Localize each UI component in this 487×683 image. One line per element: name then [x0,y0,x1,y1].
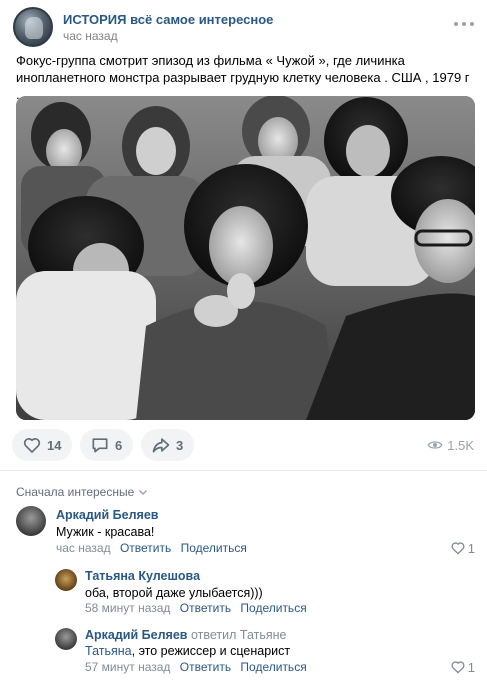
comments-sort-dropdown[interactable]: Сначала интересные [16,485,148,499]
comment-time[interactable]: 57 минут назад [85,660,170,674]
divider [0,470,487,471]
eye-icon [427,441,443,449]
more-options-icon[interactable] [453,17,475,31]
post-header: ИСТОРИЯ всё самое интересное час назад [13,7,475,47]
post-photo[interactable] [16,96,475,420]
post-actions: 14 6 3 1.5K [12,429,478,461]
comment-author-line: Аркадий Беляев ответил Татьяне [85,628,286,642]
like-button[interactable]: 14 [12,429,72,461]
comment-time[interactable]: 58 минут назад [85,601,170,615]
comment-author[interactable]: Аркадий Беляев [56,508,158,522]
comment-text: Татьяна, это режиссер и сценарист [85,644,290,658]
avatar[interactable] [55,569,77,591]
share-comment-button[interactable]: Поделиться [240,601,306,615]
views-count: 1.5K [447,437,474,453]
heart-icon [451,661,465,674]
comment-like-count: 1 [467,659,475,675]
comment: Аркадий Беляев Мужик - красава! час наза… [16,506,475,558]
heart-icon [451,542,465,555]
comment-icon [92,438,108,453]
group-name[interactable]: ИСТОРИЯ всё самое интересное [63,12,273,27]
photo-image [16,96,475,420]
reply-button[interactable]: Ответить [180,660,231,674]
replied-to-label[interactable]: ответил Татьяне [191,628,287,642]
comment-like-count: 1 [467,540,475,556]
share-icon [152,438,170,453]
comment-like-button[interactable]: 1 [450,659,475,675]
views-counter: 1.5K [427,437,474,453]
reply-mention-link[interactable]: Татьяна [85,644,132,658]
sort-label: Сначала интересные [16,485,135,499]
comment-meta: час назад Ответить Поделиться [56,541,247,555]
comment-text: Мужик - красава! [56,525,155,539]
share-comment-button[interactable]: Поделиться [240,660,306,674]
reply-button[interactable]: Ответить [120,541,171,555]
comment-text: оба, второй даже улыбается))) [85,586,263,600]
comment-button[interactable]: 6 [80,429,133,461]
comment-text-body: , это режиссер и сценарист [131,644,291,658]
comment-reply: Татьяна Кулешова оба, второй даже улыбае… [55,569,475,617]
heart-icon [23,438,41,453]
comment-meta: 57 минут назад Ответить Поделиться [85,660,307,674]
share-comment-button[interactable]: Поделиться [181,541,247,555]
share-count: 3 [176,437,184,453]
post-time[interactable]: час назад [63,29,118,43]
comment-author[interactable]: Татьяна Кулешова [85,569,200,583]
group-avatar[interactable] [13,7,53,47]
share-button[interactable]: 3 [141,429,194,461]
avatar[interactable] [55,628,77,650]
avatar[interactable] [16,506,46,536]
comment-count: 6 [115,437,123,453]
like-count: 14 [47,437,62,453]
chevron-down-icon [139,490,148,495]
comment-author[interactable]: Аркадий Беляев [85,628,187,642]
comment-reply: Аркадий Беляев ответил Татьяне Татьяна, … [55,628,475,676]
reply-button[interactable]: Ответить [180,601,231,615]
comment-like-button[interactable]: 1 [450,540,475,556]
comment-meta: 58 минут назад Ответить Поделиться [85,601,307,615]
comment-time[interactable]: час назад [56,541,111,555]
